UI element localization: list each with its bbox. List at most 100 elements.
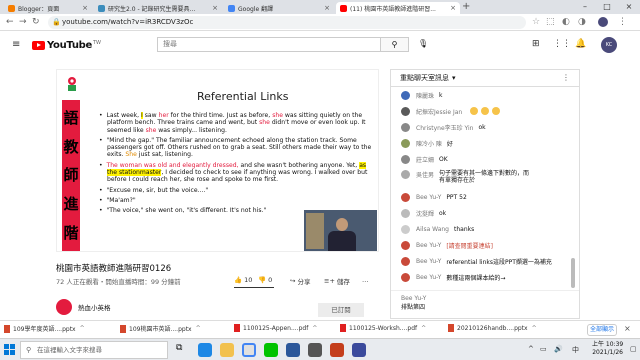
chevron-up-icon[interactable]: ^ xyxy=(532,325,537,332)
extension-icon[interactable]: ◑ xyxy=(578,17,586,27)
close-icon[interactable]: × xyxy=(324,4,330,12)
app-icon[interactable] xyxy=(352,343,366,357)
notification-icon[interactable]: ▢ xyxy=(630,345,637,353)
chevron-up-icon[interactable]: ^ xyxy=(312,325,317,332)
chat-avatar[interactable] xyxy=(401,192,410,202)
chat-author[interactable]: Bee Yu-Y xyxy=(416,242,441,249)
chat-avatar[interactable] xyxy=(401,272,410,282)
video-player[interactable]: 語 教 師 進 階 Referential Links • Last week,… xyxy=(56,69,379,252)
chat-author[interactable]: 陳冷小 陳 xyxy=(416,139,442,148)
more-actions-button[interactable]: … xyxy=(362,276,369,284)
forward-icon[interactable]: → xyxy=(19,17,27,27)
url-field[interactable]: 🔒 youtube.com/watch?v=iR3RCDV3zOc xyxy=(48,16,526,29)
menu-kebab-icon[interactable]: ⋮ xyxy=(618,17,627,27)
download-item[interactable]: 109學年度英語....pptx ^ xyxy=(4,324,85,333)
hamburger-menu-icon[interactable]: ≡ xyxy=(12,39,20,50)
chat-avatar[interactable] xyxy=(401,170,410,179)
maximize-icon[interactable]: □ xyxy=(596,0,618,14)
chrome-icon[interactable] xyxy=(242,343,256,357)
subscribed-button[interactable]: 已訂閱 xyxy=(318,303,364,317)
ime-language[interactable]: 中 xyxy=(572,345,579,355)
app-icon[interactable] xyxy=(308,343,322,357)
download-item[interactable]: 20210126handb....pptx ^ xyxy=(448,324,537,332)
chat-avatar[interactable] xyxy=(401,138,410,148)
tab-blogger[interactable]: Blogger：頁面 × xyxy=(4,2,92,14)
avatar[interactable]: KC xyxy=(601,37,617,53)
chat-author[interactable]: Bee Yu-Y xyxy=(416,258,441,265)
windows-start-icon[interactable] xyxy=(4,344,15,355)
powerpoint-icon[interactable] xyxy=(330,343,344,357)
chat-avatar[interactable] xyxy=(401,106,410,116)
file-explorer-icon[interactable] xyxy=(220,343,234,357)
show-all-downloads-button[interactable]: 全部顯示 xyxy=(587,324,617,336)
close-icon[interactable]: × xyxy=(82,4,88,12)
chat-author[interactable]: 沈挺輝 xyxy=(416,209,434,218)
chat-avatar[interactable] xyxy=(401,154,410,164)
extensions-icon[interactable]: ⬚ xyxy=(546,17,555,27)
volume-icon[interactable]: 🔊 xyxy=(554,345,563,353)
share-button[interactable]: ↪ 分享 xyxy=(290,276,310,286)
edge-icon[interactable] xyxy=(198,343,212,357)
apps-grid-icon[interactable]: ⋮⋮ xyxy=(553,39,571,49)
word-icon[interactable] xyxy=(286,343,300,357)
tab-google-translate[interactable]: Google 翻譯 × xyxy=(224,2,334,14)
task-view-icon[interactable]: ⧉ xyxy=(176,343,190,357)
chevron-up-icon[interactable]: ^ xyxy=(528,345,534,353)
minimize-icon[interactable]: – xyxy=(574,0,596,14)
bell-icon[interactable]: 🔔 xyxy=(575,39,586,49)
search-input[interactable]: 搜尋 xyxy=(157,37,381,52)
chat-avatar[interactable] xyxy=(401,224,410,234)
chat-avatar[interactable] xyxy=(401,240,410,250)
download-item[interactable]: 1100125-Appen....pdf ^ xyxy=(234,324,317,332)
chat-author[interactable]: Ailsa Wang xyxy=(416,226,449,233)
close-icon[interactable]: × xyxy=(450,4,456,12)
mic-icon[interactable]: 🎙 xyxy=(418,39,428,48)
chat-avatar[interactable] xyxy=(401,122,410,132)
network-icon[interactable]: ▭ xyxy=(540,345,547,353)
chat-author[interactable]: Bee Yu-Y xyxy=(416,274,441,281)
channel-info[interactable]: 熱血小英格 xyxy=(56,299,111,315)
reload-icon[interactable]: ↻ xyxy=(32,17,40,27)
chat-avatar[interactable] xyxy=(401,208,410,218)
chat-header[interactable]: 重點聊天室訊息 ▾ ⋮ xyxy=(391,70,579,87)
download-item[interactable]: 109桃園市英語....pptx ^ xyxy=(120,324,201,333)
download-item[interactable]: 1100125-Worksh....pdf ^ xyxy=(340,324,426,332)
new-tab-icon[interactable]: + xyxy=(462,1,470,12)
chat-author[interactable]: Bee Yu-Y xyxy=(416,194,441,201)
pptx-file-icon xyxy=(120,324,126,333)
chevron-up-icon[interactable]: ^ xyxy=(421,325,426,332)
close-icon[interactable]: × xyxy=(624,324,631,333)
close-icon[interactable]: × xyxy=(212,4,218,12)
extension-icon[interactable]: ◐ xyxy=(562,17,570,27)
chat-avatar[interactable] xyxy=(401,90,410,100)
tab-research[interactable]: 研究生2.0 - 記錄研究生需要具... × xyxy=(94,2,222,14)
taskbar-search-input[interactable]: ⚲ 在這裡輸入文字來搜尋 xyxy=(20,341,168,359)
laughing-emoji-icon xyxy=(492,107,501,115)
chat-author[interactable]: 紀振宏Jessie Jan xyxy=(416,107,462,116)
back-icon[interactable]: ← xyxy=(6,17,14,27)
more-icon[interactable]: ⋮ xyxy=(562,73,570,82)
chat-avatar[interactable] xyxy=(401,256,410,266)
channel-name[interactable]: 熱血小英格 xyxy=(78,302,111,312)
youtube-logo[interactable]: YouTube TW xyxy=(32,40,101,51)
like-button[interactable]: 👍 10 xyxy=(234,276,252,284)
profile-avatar-icon[interactable] xyxy=(598,17,608,27)
tab-youtube[interactable]: (11) 桃園市英語教師進階研習... × xyxy=(336,2,460,14)
window-close-icon[interactable]: × xyxy=(618,0,640,14)
dislike-button[interactable]: 👎 0 xyxy=(258,276,272,284)
search-button[interactable]: ⚲ xyxy=(381,37,409,52)
playlist-add-icon: ≡+ xyxy=(324,277,335,285)
video-add-icon[interactable]: ⊞ xyxy=(532,39,540,49)
star-icon[interactable]: ☆ xyxy=(532,17,540,27)
chevron-up-icon[interactable]: ^ xyxy=(80,325,85,332)
chat-author[interactable]: 莊立姍 xyxy=(416,155,434,164)
chevron-up-icon[interactable]: ^ xyxy=(196,325,201,332)
channel-avatar[interactable] xyxy=(56,299,72,315)
line-icon[interactable] xyxy=(264,343,278,357)
save-button[interactable]: ≡+ 儲存 xyxy=(324,276,350,286)
chat-scrollbar[interactable] xyxy=(571,258,575,288)
taskbar-clock[interactable]: 上午 10:39 2021/1/26 xyxy=(592,341,623,357)
chat-author[interactable]: Christyne李玉珍 Yin xyxy=(416,123,473,132)
chat-author[interactable]: 吳佳男 xyxy=(416,170,434,179)
chat-author[interactable]: 陳麗珠 xyxy=(416,91,434,100)
